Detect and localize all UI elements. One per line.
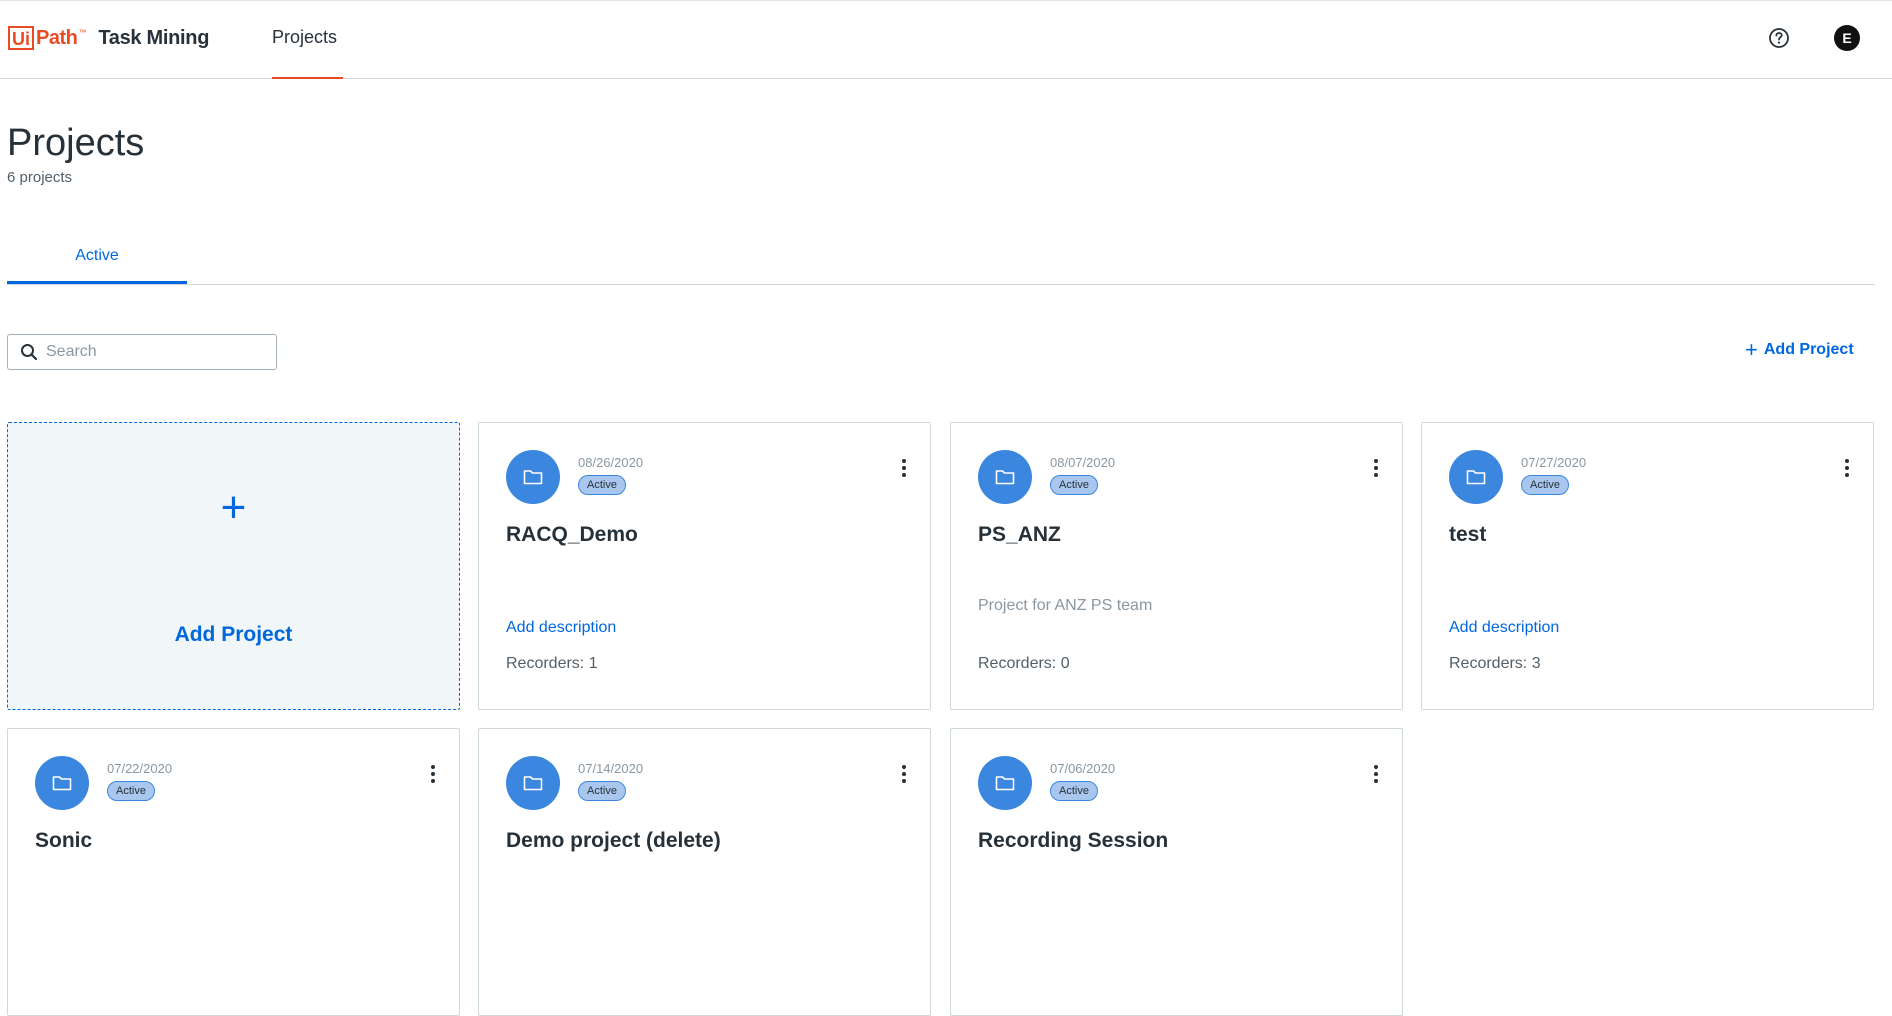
user-avatar[interactable]: E	[1834, 25, 1860, 51]
tabs-divider	[7, 284, 1875, 285]
add-project-card[interactable]: + Add Project	[7, 422, 460, 710]
product-name: Task Mining	[98, 26, 210, 49]
add-description-link[interactable]: Add description	[506, 619, 616, 637]
more-options-icon[interactable]	[428, 763, 438, 785]
logo-path-text: Path	[36, 26, 78, 49]
nav-projects[interactable]: Projects	[272, 27, 337, 48]
folder-icon	[1449, 450, 1503, 504]
status-badge: Active	[578, 475, 626, 495]
project-card[interactable]: 07/06/2020 Active Recording Session	[950, 728, 1403, 1016]
project-count: 6 projects	[7, 169, 73, 186]
add-project-button[interactable]: + Add Project	[1745, 337, 1854, 362]
project-date: 08/26/2020	[578, 455, 644, 470]
help-icon[interactable]	[1768, 27, 1790, 49]
project-name[interactable]: Demo project (delete)	[506, 829, 721, 853]
more-options-icon[interactable]	[899, 457, 909, 479]
search-icon	[21, 344, 38, 361]
folder-icon	[506, 450, 560, 504]
logo-trademark: ™	[78, 27, 87, 37]
tab-active[interactable]: Active	[7, 244, 187, 284]
more-options-icon[interactable]	[1842, 457, 1852, 479]
project-card[interactable]: 08/07/2020 Active PS_ANZ Project for ANZ PS…	[950, 422, 1403, 710]
status-badge: Active	[1050, 781, 1098, 801]
status-badge: Active	[107, 781, 155, 801]
plus-icon: +	[1745, 337, 1758, 362]
project-date: 08/07/2020	[1050, 455, 1116, 470]
folder-icon	[978, 756, 1032, 810]
project-card[interactable]: 07/14/2020 Active Demo project (delete)	[478, 728, 931, 1016]
project-card[interactable]: 07/22/2020 Active Sonic	[7, 728, 460, 1016]
project-name[interactable]: Sonic	[35, 829, 92, 853]
project-name[interactable]: Recording Session	[978, 829, 1168, 853]
project-card[interactable]: 07/27/2020 Active test Add description Recor…	[1421, 422, 1874, 710]
more-options-icon[interactable]	[1371, 457, 1381, 479]
recorders-count: Recorders: 3	[1449, 655, 1541, 672]
project-date: 07/06/2020	[1050, 761, 1116, 776]
folder-icon	[506, 756, 560, 810]
top-bar: Ui Path ™ Task Mining Projects E	[0, 0, 1892, 79]
status-badge: Active	[578, 781, 626, 801]
project-date: 07/27/2020	[1521, 455, 1587, 470]
recorders-count: Recorders: 0	[978, 655, 1070, 672]
status-badge: Active	[1521, 475, 1569, 495]
project-description: Project for ANZ PS team	[978, 597, 1153, 614]
project-name[interactable]: PS_ANZ	[978, 523, 1061, 547]
tab-active-indicator	[7, 281, 187, 284]
project-name[interactable]: RACQ_Demo	[506, 523, 638, 547]
recorders-count: Recorders: 1	[506, 655, 598, 672]
project-name[interactable]: test	[1449, 523, 1486, 547]
uipath-logo[interactable]: Ui Path ™ Task Mining	[8, 25, 209, 51]
search-input[interactable]	[44, 342, 268, 362]
project-date: 07/14/2020	[578, 761, 644, 776]
status-badge: Active	[1050, 475, 1098, 495]
nav-active-indicator	[272, 77, 343, 79]
folder-icon	[978, 450, 1032, 504]
search-box	[7, 334, 277, 370]
add-description-link[interactable]: Add description	[1449, 619, 1559, 637]
more-options-icon[interactable]	[1371, 763, 1381, 785]
project-card[interactable]: 08/26/2020 Active RACQ_Demo Add description…	[478, 422, 931, 710]
logo-ui-mark: Ui	[8, 26, 34, 50]
folder-icon	[35, 756, 89, 810]
plus-icon: +	[220, 483, 247, 532]
project-date: 07/22/2020	[107, 761, 173, 776]
add-project-label: Add Project	[1763, 341, 1854, 358]
more-options-icon[interactable]	[899, 763, 909, 785]
page-title: Projects	[7, 122, 145, 164]
add-project-card-label: Add Project	[174, 623, 293, 646]
